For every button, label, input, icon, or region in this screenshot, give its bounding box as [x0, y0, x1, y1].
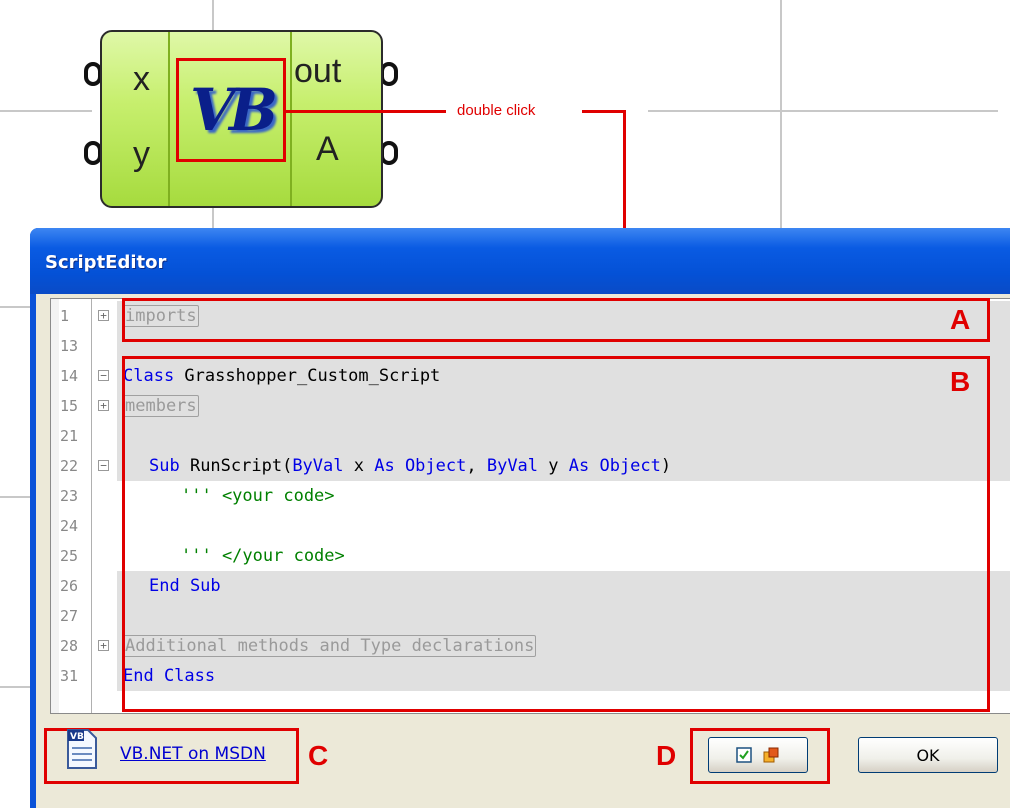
- input-label-y: y: [133, 135, 150, 173]
- line-number: 14: [60, 367, 79, 385]
- line-number: 22: [60, 457, 79, 475]
- component-divider: [168, 32, 170, 206]
- line-number: 27: [60, 607, 79, 625]
- line-number: 24: [60, 517, 79, 535]
- annotation-label-a: A: [950, 304, 971, 335]
- annotation-line: [286, 110, 446, 113]
- annotation-line: [623, 110, 626, 228]
- annotation-box-b: [122, 356, 990, 712]
- line-number: 28: [60, 637, 79, 655]
- canvas-gridline: [780, 0, 782, 228]
- annotation-label-c: C: [308, 740, 329, 771]
- line-number: 23: [60, 487, 79, 505]
- component-divider: [290, 32, 292, 206]
- line-number: 13: [60, 337, 79, 355]
- fold-collapse-icon[interactable]: −: [98, 370, 109, 381]
- line-number: 21: [60, 427, 79, 445]
- line-number: 26: [60, 577, 79, 595]
- input-label-x: x: [133, 60, 150, 98]
- fold-expand-icon[interactable]: +: [98, 400, 109, 411]
- canvas-gridline: [648, 110, 998, 112]
- window-title: ScriptEditor: [45, 252, 167, 273]
- window-titlebar[interactable]: ScriptEditor: [30, 228, 1010, 294]
- doc-icon-label: VB: [70, 732, 84, 742]
- checkbox-icon: [736, 747, 752, 763]
- script-editor-window: ScriptEditor 1 + imports 13 14 − Class G…: [30, 228, 1010, 808]
- annotation-line: [582, 110, 626, 113]
- vb-component-icon[interactable]: VB: [176, 58, 286, 162]
- canvas-gridline: [0, 110, 92, 112]
- ok-button[interactable]: OK: [858, 737, 998, 773]
- annotation-label-b: B: [950, 366, 971, 397]
- msdn-link[interactable]: VB.NET on MSDN: [120, 744, 266, 764]
- annotation-label-d: D: [656, 740, 677, 771]
- line-number: 25: [60, 547, 79, 565]
- fold-expand-icon[interactable]: +: [98, 640, 109, 651]
- line-number: 1: [60, 307, 70, 325]
- output-label-out: out: [294, 52, 342, 90]
- line-number: 15: [60, 397, 79, 415]
- annotation-box-a: [122, 298, 990, 342]
- output-label-a: A: [316, 130, 339, 168]
- line-number: 31: [60, 667, 79, 685]
- document-icon: VB: [67, 729, 97, 769]
- window-icon: [763, 747, 779, 763]
- double-click-label: double click: [457, 102, 536, 119]
- options-button[interactable]: [708, 737, 808, 773]
- fold-expand-icon[interactable]: +: [98, 310, 109, 321]
- vb-icon: VB: [189, 76, 278, 144]
- window-client-area: 1 + imports 13 14 − Class Grasshopper_Cu…: [36, 294, 1010, 808]
- fold-collapse-icon[interactable]: −: [98, 460, 109, 471]
